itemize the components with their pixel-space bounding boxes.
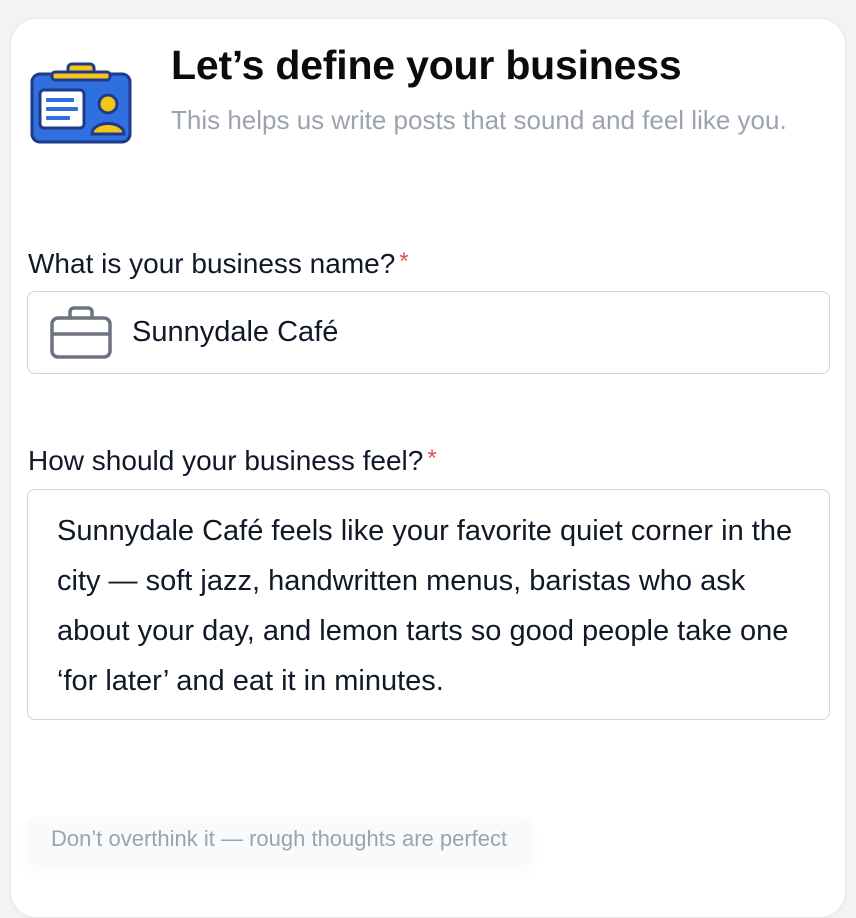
business-name-label: What is your business name? * <box>28 248 409 280</box>
business-name-field[interactable] <box>27 291 830 374</box>
business-feel-label: How should your business feel? * <box>28 445 437 477</box>
page-title: Let’s define your business <box>171 42 682 88</box>
business-name-input[interactable] <box>132 292 812 372</box>
page-subtitle: This helps us write posts that sound and… <box>171 105 787 135</box>
business-feel-textarea[interactable]: Sunnydale Café feels like your favorite … <box>57 506 807 706</box>
required-marker: * <box>427 445 437 472</box>
business-feel-field[interactable]: Sunnydale Café feels like your favorite … <box>27 489 830 720</box>
helper-hint: Don’t overthink it — rough thoughts are … <box>27 817 532 862</box>
business-name-label-text: What is your business name? <box>28 248 396 279</box>
required-marker: * <box>399 248 409 275</box>
business-feel-label-text: How should your business feel? <box>28 445 424 476</box>
briefcase-icon <box>50 306 112 359</box>
id-badge-icon <box>30 62 132 144</box>
